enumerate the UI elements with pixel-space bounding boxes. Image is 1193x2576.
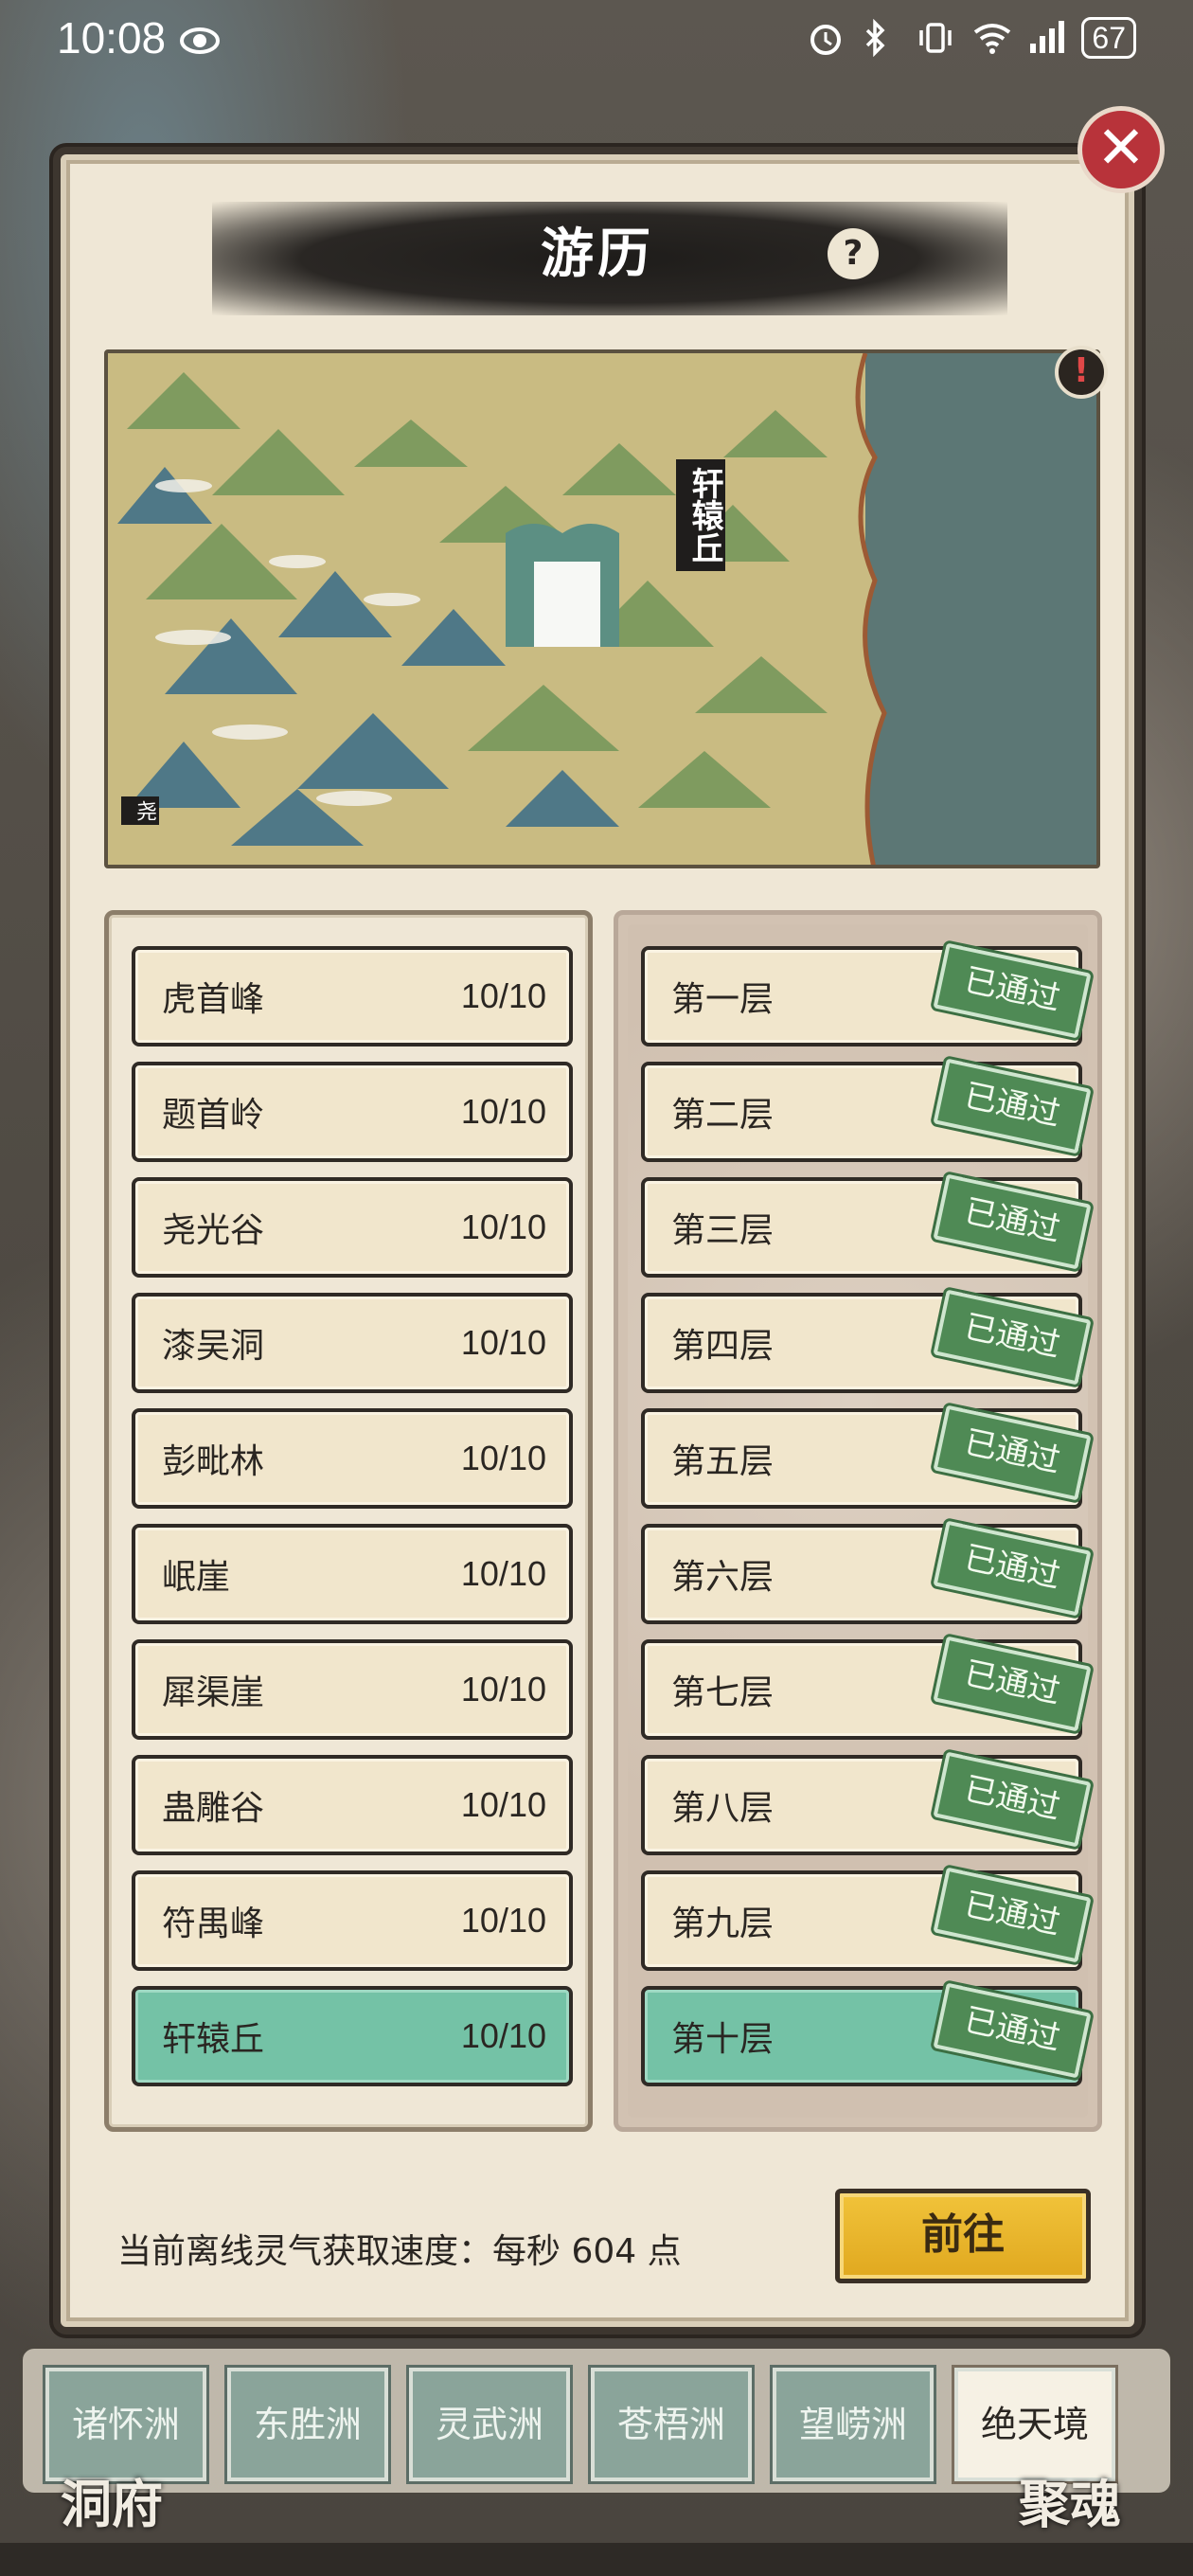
bluetooth-icon — [862, 18, 899, 58]
alert-icon[interactable]: ! — [1055, 346, 1108, 399]
passed-stamp: 已通过 — [930, 1054, 1095, 1158]
location-name: 轩辕丘 — [162, 2020, 265, 2059]
floor-row[interactable]: 第八层 已通过 — [641, 1747, 1095, 1855]
floor-row[interactable]: 第一层 已通过 — [641, 939, 1095, 1046]
passed-stamp: 已通过 — [930, 1978, 1095, 2083]
floor-row[interactable]: 第六层 已通过 — [641, 1516, 1095, 1624]
bottom-strip — [0, 2543, 1193, 2576]
location-name: 尧光谷 — [162, 1211, 265, 1250]
location-list: 虎首峰 10/10 题首岭 10/10 尧光谷 10/10 漆吴洞 10/10 彭毗林 10/10… — [104, 910, 593, 2132]
location-progress: 10/10 — [460, 1439, 546, 1477]
floor-row[interactable]: 第三层 已通过 — [641, 1170, 1095, 1278]
passed-stamp: 已通过 — [930, 1516, 1095, 1620]
location-row[interactable]: 虎首峰 10/10 — [132, 946, 573, 1046]
close-button[interactable]: ✕ — [1077, 106, 1165, 193]
alarm-icon — [807, 19, 845, 57]
location-progress: 10/10 — [460, 1554, 546, 1593]
floor-row[interactable]: 第四层 已通过 — [641, 1285, 1095, 1393]
passed-stamp: 已通过 — [930, 1863, 1095, 1967]
go-button[interactable]: 前往 — [835, 2189, 1091, 2283]
location-progress: 10/10 — [460, 1670, 546, 1708]
location-progress: 10/10 — [460, 976, 546, 1015]
floor-name: 第十层 — [671, 2020, 775, 2059]
location-name: 题首岭 — [162, 1096, 265, 1135]
region-tab[interactable]: 望崂洲 — [770, 2365, 936, 2484]
help-button[interactable]: ? — [828, 228, 879, 279]
floor-name: 第八层 — [671, 1789, 775, 1828]
region-tab[interactable]: 苍梧洲 — [588, 2365, 755, 2484]
location-name: 符禺峰 — [162, 1905, 265, 1943]
location-progress: 10/10 — [460, 1785, 546, 1824]
map-corner-location-label[interactable]: 尧 — [121, 796, 159, 825]
floor-name: 第三层 — [671, 1211, 775, 1250]
location-name: 蛊雕谷 — [162, 1789, 265, 1828]
travel-map[interactable]: 轩辕丘 尧 — [104, 349, 1100, 868]
floor-name: 第五层 — [671, 1442, 775, 1481]
travel-dialog: 游历 ? 轩辕丘 尧 ! 虎首峰 10/10 题首岭 10/10 尧光谷 10/… — [53, 147, 1142, 2334]
floor-row[interactable]: 第五层 已通过 — [641, 1401, 1095, 1509]
signal-icon — [1026, 19, 1065, 57]
floor-name: 第一层 — [671, 980, 775, 1019]
location-name: 虎首峰 — [162, 980, 265, 1019]
location-progress: 10/10 — [460, 1901, 546, 1940]
location-row[interactable]: 题首岭 10/10 — [132, 1062, 573, 1162]
passed-stamp: 已通过 — [930, 1285, 1095, 1389]
floor-name: 第七层 — [671, 1673, 775, 1712]
status-bar: 10:08 67 — [0, 0, 1193, 76]
location-progress: 10/10 — [460, 1323, 546, 1362]
soul-gathering-label: 聚魂 — [1019, 2474, 1121, 2534]
passed-stamp: 已通过 — [930, 1747, 1095, 1852]
location-row[interactable]: 蛊雕谷 10/10 — [132, 1755, 573, 1855]
floor-row[interactable]: 第九层 已通过 — [641, 1863, 1095, 1971]
map-illustration — [108, 353, 1096, 865]
location-progress: 10/10 — [460, 1208, 546, 1246]
floor-row[interactable]: 第十层 已通过 — [641, 1978, 1095, 2086]
location-row[interactable]: 犀渠崖 10/10 — [132, 1639, 573, 1740]
offline-speed-text: 当前离线灵气获取速度：每秒 604 点 — [117, 2232, 682, 2271]
passed-stamp: 已通过 — [930, 1632, 1095, 1736]
region-tab[interactable]: 东胜洲 — [224, 2365, 391, 2484]
eye-icon — [179, 19, 221, 57]
location-progress: 10/10 — [460, 2016, 546, 2055]
floor-list: 第一层 已通过 第二层 已通过 第三层 已通过 第四层 已通过 第五层 已通过 第六层 已通过 第七层已… — [614, 910, 1102, 2132]
location-name: 犀渠崖 — [162, 1673, 265, 1712]
passed-stamp: 已通过 — [930, 1401, 1095, 1505]
region-tab[interactable]: 灵武洲 — [406, 2365, 573, 2484]
location-progress: 10/10 — [460, 1092, 546, 1131]
status-time: 10:08 — [57, 13, 167, 63]
map-current-location-label[interactable]: 轩辕丘 — [676, 459, 725, 571]
wifi-icon — [971, 19, 1011, 57]
location-name: 岷崖 — [162, 1558, 231, 1597]
location-name: 彭毗林 — [162, 1442, 265, 1481]
floor-name: 第四层 — [671, 1327, 775, 1366]
floor-row[interactable]: 第二层 已通过 — [641, 1054, 1095, 1162]
location-row[interactable]: 尧光谷 10/10 — [132, 1177, 573, 1278]
location-row[interactable]: 彭毗林 10/10 — [132, 1408, 573, 1509]
passed-stamp: 已通过 — [930, 939, 1095, 1043]
location-name: 漆吴洞 — [162, 1327, 265, 1366]
vibrate-icon — [917, 19, 954, 57]
location-row[interactable]: 轩辕丘 10/10 — [132, 1986, 573, 2086]
location-row[interactable]: 漆吴洞 10/10 — [132, 1293, 573, 1393]
floor-name: 第二层 — [671, 1096, 775, 1135]
location-row[interactable]: 岷崖 10/10 — [132, 1524, 573, 1624]
floor-name: 第九层 — [671, 1905, 775, 1943]
cave-label: 洞府 — [61, 2474, 163, 2534]
passed-stamp: 已通过 — [930, 1170, 1095, 1274]
region-tab-bar: 诸怀洲 东胜洲 灵武洲 苍梧洲 望崂洲 绝天境 — [19, 2345, 1174, 2496]
floor-name: 第六层 — [671, 1558, 775, 1597]
dialog-title: 游历 — [541, 224, 654, 285]
battery-indicator: 67 — [1081, 17, 1136, 59]
location-row[interactable]: 符禺峰 10/10 — [132, 1870, 573, 1971]
floor-row[interactable]: 第七层 已通过 — [641, 1632, 1095, 1740]
